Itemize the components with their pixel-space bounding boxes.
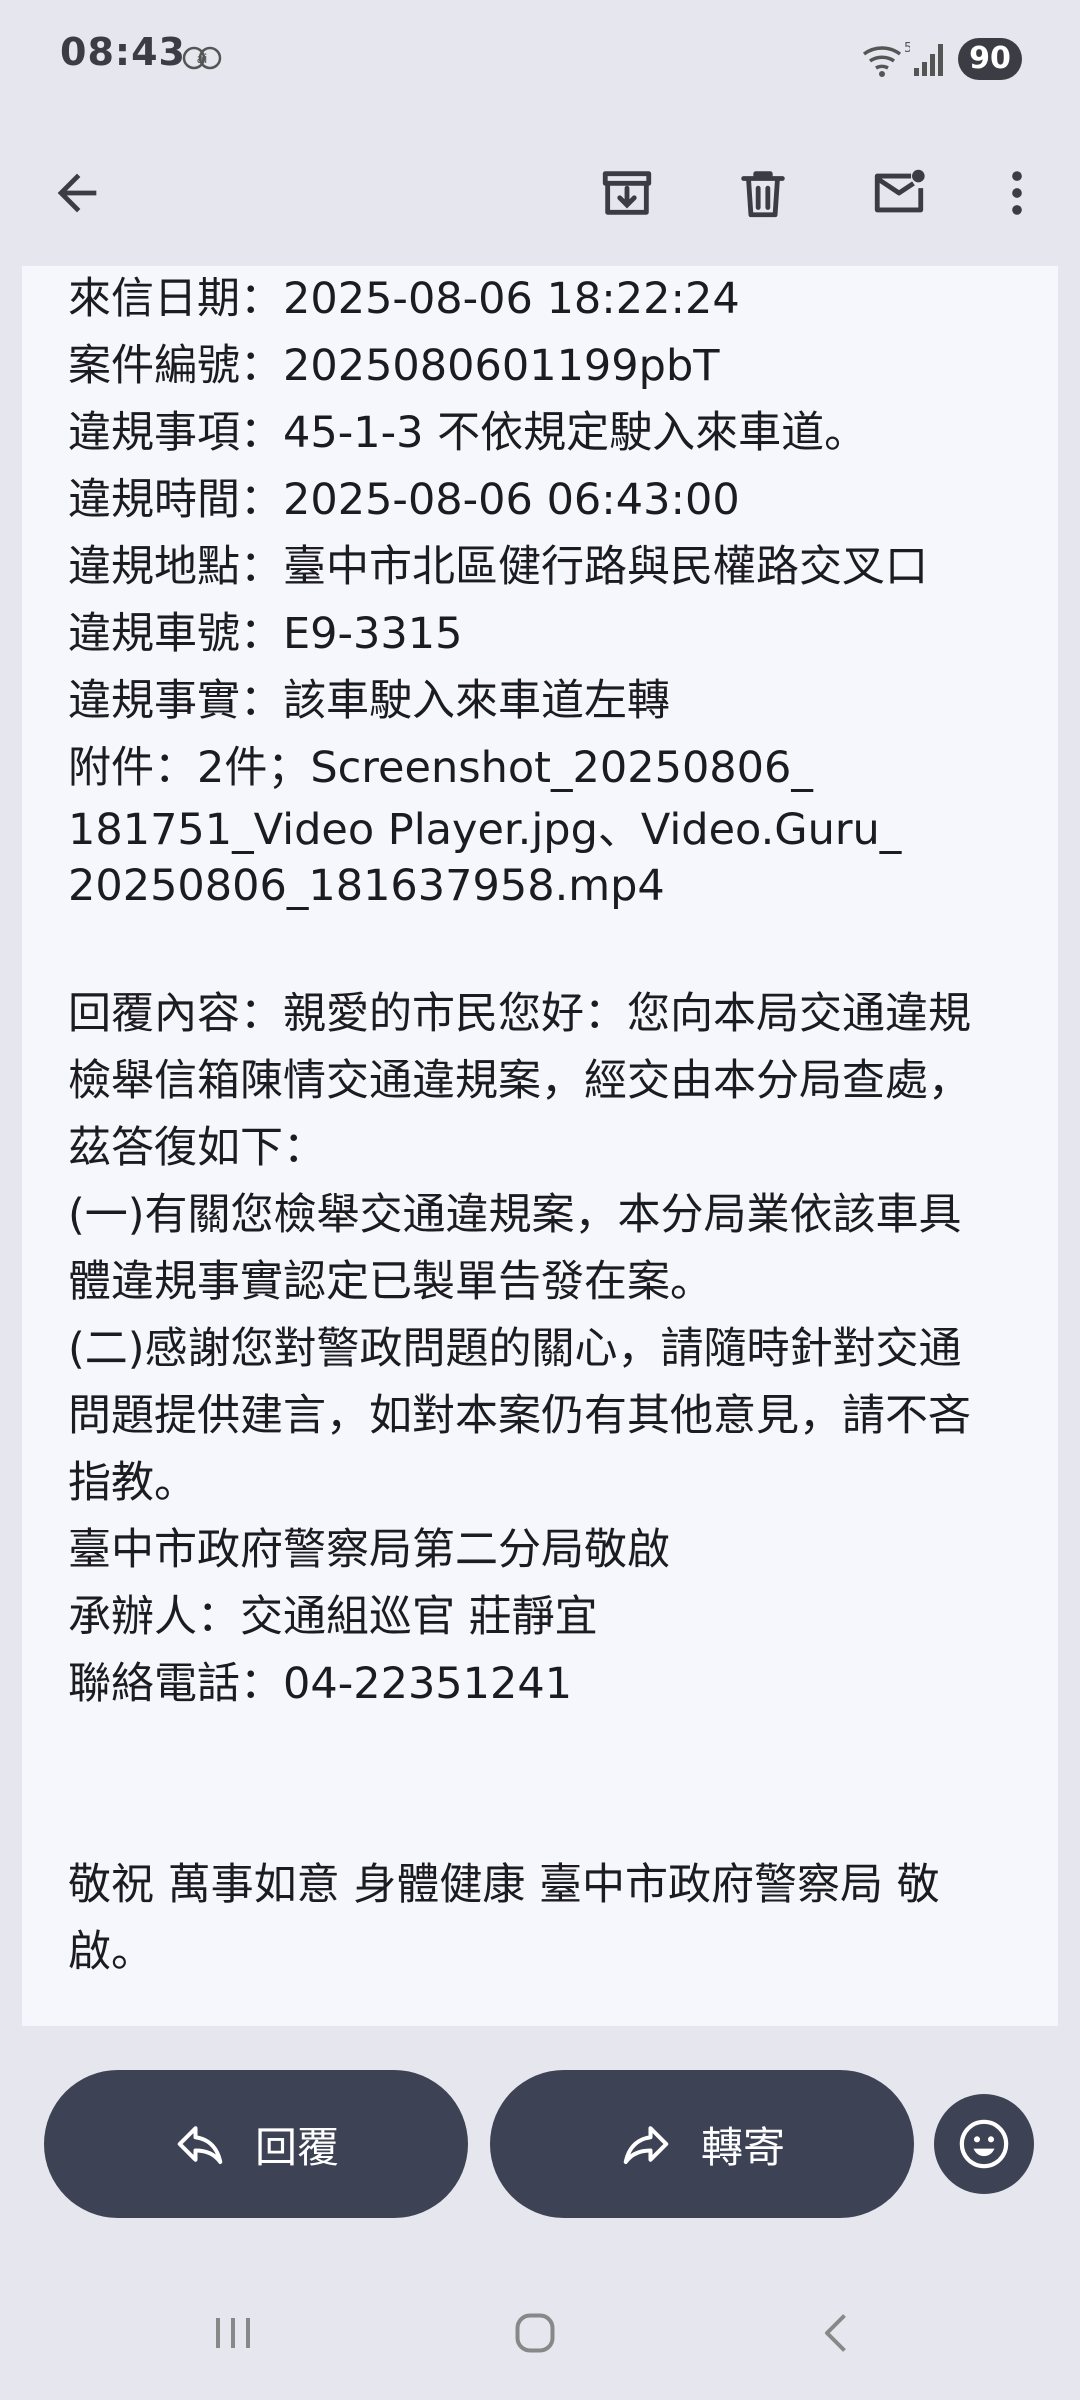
emoji-reaction-button[interactable]	[934, 2094, 1034, 2194]
reply-line: 臺中市政府警察局第二分局敬啟	[68, 1525, 670, 1575]
reply-line: 問題提供建言，如對本案仍有其他意見，請不吝	[68, 1391, 971, 1441]
signal-icon	[912, 40, 948, 78]
status-time: 08:43	[60, 30, 186, 74]
forward-label: 轉寄	[700, 2122, 785, 2172]
reply-line: 聯絡電話：04-22351241	[68, 1659, 573, 1709]
reply-label: 回覆	[254, 2122, 339, 2172]
reply-line: 指教。	[68, 1458, 197, 1508]
reply-line: 檢舉信箱陳情交通違規案，經交由本分局查處，	[68, 1056, 971, 1106]
navigation-bar	[0, 2270, 1080, 2400]
reply-line: 體違規事實認定已製單告發在案。	[68, 1257, 713, 1307]
meta-line: 違規事實：該車駛入來車道左轉	[68, 676, 670, 726]
reply-line: 回覆內容：親愛的市民您好：您向本局交通違規	[68, 989, 971, 1039]
meta-line: 案件編號：2025080601199pbT	[68, 341, 720, 391]
reply-line: (一)有關您檢舉交通違規案，本分局業依該車具	[68, 1190, 962, 1240]
closing-line: 敬祝 萬事如意 身體健康 臺中市政府警察局 敬	[68, 1860, 940, 1910]
archive-icon[interactable]	[582, 148, 672, 238]
delete-icon[interactable]	[718, 148, 808, 238]
wifi-icon: 5	[860, 38, 912, 80]
battery-indicator: 90	[958, 38, 1022, 80]
email-body: 來信日期：2025-08-06 18:22:24 案件編號：2025080601…	[22, 266, 1058, 2026]
reply-button[interactable]: 回覆	[44, 2070, 468, 2218]
home-icon[interactable]	[490, 2298, 580, 2368]
closing-line: 啟。	[68, 1927, 154, 1977]
meta-line: 違規車號：E9-3315	[68, 609, 463, 659]
wifi-badge: 5	[904, 41, 910, 56]
meta-line: 違規地點：臺中市北區健行路與民權路交叉口	[68, 542, 928, 592]
recents-icon[interactable]	[188, 2298, 278, 2368]
forward-button[interactable]: 轉寄	[490, 2070, 914, 2218]
emoji-reaction-icon	[959, 2119, 1009, 2169]
attachment-line: 20250806_181637958.mp4	[68, 861, 665, 911]
meta-line: 來信日期：2025-08-06 18:22:24	[68, 274, 740, 324]
mark-unread-icon[interactable]	[854, 148, 944, 238]
attachment-line: 181751_Video Player.jpg、Video.Guru_	[68, 805, 902, 855]
svg-text:ai: ai	[197, 52, 208, 66]
ai-icon: ai	[182, 40, 222, 76]
forward-icon	[623, 2126, 669, 2165]
reply-line: 茲答復如下：	[68, 1123, 326, 1173]
status-bar: 08:43 ai 5 90	[0, 0, 1080, 120]
meta-line: 附件：2件；Screenshot_20250806_	[68, 743, 813, 793]
meta-line: 違規時間：2025-08-06 06:43:00	[68, 475, 740, 525]
back-arrow-icon[interactable]	[32, 148, 122, 238]
reply-icon	[177, 2126, 223, 2165]
meta-line: 違規事項：45-1-3 不依規定駛入來車道。	[68, 408, 868, 458]
email-toolbar	[0, 120, 1080, 266]
reply-line: (二)感謝您對警政問題的關心，請隨時針對交通	[68, 1324, 962, 1374]
reply-line: 承辦人：交通組巡官 莊靜宜	[68, 1592, 598, 1642]
nav-back-icon[interactable]	[792, 2298, 882, 2368]
more-vert-icon[interactable]	[972, 148, 1062, 238]
email-body-text: 來信日期：2025-08-06 18:22:24 案件編號：2025080601…	[68, 266, 1028, 1986]
